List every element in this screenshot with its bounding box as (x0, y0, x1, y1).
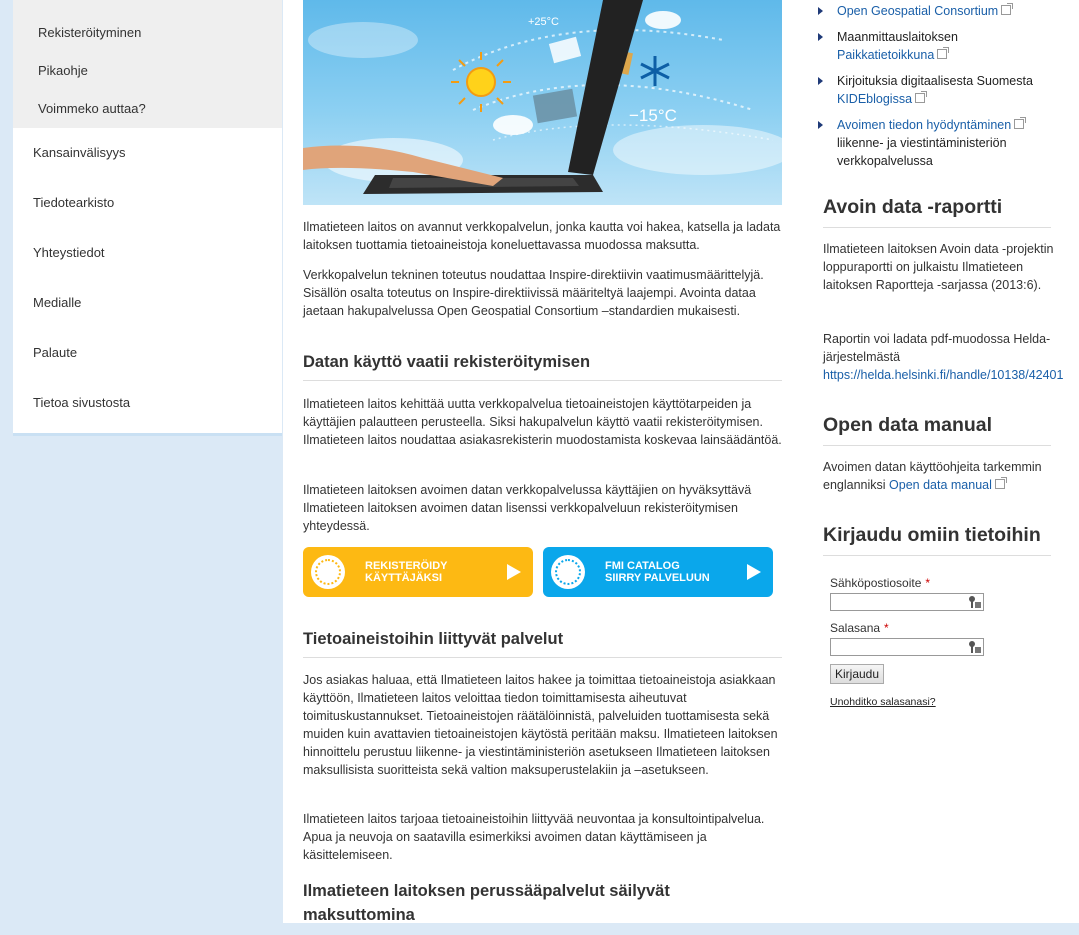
nav-item-contact[interactable]: Yhteystiedot (13, 228, 282, 278)
arrow-right-icon (507, 564, 521, 580)
email-label-text: Sähköpostiosoite (830, 576, 922, 590)
subnav-group: Rekisteröityminen Pikaohje Voimmeko autt… (13, 0, 282, 128)
nav-item-international[interactable]: Kansainvälisyys (13, 128, 282, 178)
related-link-open-data-use: Avoimen tiedon hyödyntäminen liikenne- j… (818, 116, 1073, 170)
link-ogc[interactable]: Open Geospatial Consortium (837, 4, 998, 18)
services-paragraph-1: Jos asiakas haluaa, että Ilmatieteen lai… (303, 673, 778, 777)
hero-temp-warm: +25°C (528, 16, 559, 28)
heading-manual: Open data manual (823, 414, 1051, 446)
catalog-button-line2: SIIRRY PALVELUUN (605, 572, 710, 584)
arrow-right-icon (747, 564, 761, 580)
hero-temp-cold: −15°C (629, 106, 677, 125)
external-link-icon (1001, 3, 1014, 15)
catalog-button-label: FMI CATALOG SIIRRY PALVELUUN (605, 560, 747, 584)
open-data-badge-icon (551, 555, 585, 589)
external-link-icon (1014, 117, 1027, 129)
link-report-url[interactable]: https://helda.helsinki.fi/handle/10138/4… (823, 368, 1063, 382)
link-paikkatietoikkuna[interactable]: Paikkatietoikkuna (837, 48, 934, 62)
heading-registration: Datan käyttö vaatii rekisteröitymisen (303, 353, 782, 381)
subnav-item-registration[interactable]: Rekisteröityminen (13, 14, 282, 52)
subnav-item-help[interactable]: Voimmeko auttaa? (13, 90, 282, 128)
nav-item-feedback[interactable]: Palaute (13, 328, 282, 378)
hero-illustration: +25°C −15°C (303, 0, 782, 194)
subnav-item-cut (13, 0, 282, 14)
password-field[interactable] (830, 638, 984, 656)
related-link-prefix: Maanmittauslaitoksen (837, 30, 958, 44)
password-manager-icon (969, 641, 981, 653)
left-navigation: Rekisteröityminen Pikaohje Voimmeko autt… (13, 0, 282, 436)
related-link-prefix: Kirjoituksia digitaalisesta Suomesta (837, 74, 1033, 88)
password-label: Salasana * (830, 621, 889, 635)
intro-paragraph-1: Ilmatieteen laitos on avannut verkkopalv… (303, 220, 781, 252)
register-button-label: REKISTERÖIDY KÄYTTÄJÄKSI (365, 560, 507, 584)
related-link-paikkatietoikkuna: Maanmittauslaitoksen Paikkatietoikkuna (818, 28, 1073, 64)
link-kideblogi[interactable]: KIDEblogissa (837, 92, 912, 106)
password-label-text: Salasana (830, 621, 881, 635)
external-link-icon (915, 91, 928, 103)
heading-login: Kirjaudu omiin tietoihin (823, 524, 1051, 556)
nav-item-media[interactable]: Medialle (13, 278, 282, 328)
sun-icon (451, 52, 511, 112)
registration-paragraph-1: Ilmatieteen laitos kehittää uutta verkko… (303, 397, 782, 447)
login-button[interactable]: Kirjaudu (830, 664, 885, 684)
snowflake-icon (640, 56, 670, 86)
related-links-list: Open Geospatial Consortium Maanmittausla… (818, 2, 1073, 178)
open-data-badge-icon (311, 555, 345, 589)
email-field[interactable] (830, 593, 984, 611)
heading-report: Avoin data -raportti (823, 196, 1051, 228)
report-paragraph-2-text: Raportin voi ladata pdf-muodossa Helda-j… (823, 332, 1051, 364)
forgot-password-link[interactable]: Unohditko salasanasi? (830, 696, 936, 708)
catalog-button-line1: FMI CATALOG (605, 560, 680, 572)
password-manager-icon (969, 596, 981, 608)
manual-paragraph: Avoimen datan käyttöohjeita tarkemmin en… (823, 458, 1063, 494)
fmi-catalog-button[interactable]: FMI CATALOG SIIRRY PALVELUUN (543, 547, 773, 597)
external-link-icon (994, 477, 1007, 489)
nav-bottom-border (13, 428, 282, 436)
register-button-line1: REKISTERÖIDY (365, 560, 448, 572)
nav-item-about-site[interactable]: Tietoa sivustosta (13, 378, 282, 428)
intro-paragraph-2: Verkkopalvelun tekninen toteutus noudatt… (303, 268, 764, 318)
report-paragraph-2: Raportin voi ladata pdf-muodossa Helda-j… (823, 330, 1075, 384)
related-link-ogc: Open Geospatial Consortium (818, 2, 1073, 20)
subnav-item-quick-guide[interactable]: Pikaohje (13, 52, 282, 90)
link-open-data-use[interactable]: Avoimen tiedon hyödyntäminen (837, 118, 1011, 132)
main-content: +25°C −15°C Ilmatieteen laitos on avannu… (283, 0, 803, 924)
right-sidebar: Open Geospatial Consortium Maanmittausla… (803, 0, 1079, 923)
heading-basic-services: Ilmatieteen laitoksen perussääpalvelut s… (303, 882, 670, 924)
hero-image: +25°C −15°C (303, 0, 782, 205)
required-mark: * (925, 576, 931, 590)
email-label: Sähköpostiosoite * (830, 576, 930, 590)
related-link-suffix: liikenne- ja viestintäministeriön verkko… (837, 136, 1007, 168)
heading-services: Tietoaineistoihin liittyvät palvelut (303, 630, 782, 658)
report-paragraph-1: Ilmatieteen laitoksen Avoin data -projek… (823, 242, 1054, 292)
related-link-kide: Kirjoituksia digitaalisesta Suomesta KID… (818, 72, 1073, 108)
register-button-line2: KÄYTTÄJÄKSI (365, 572, 443, 584)
link-open-data-manual[interactable]: Open data manual (889, 478, 992, 492)
nav-item-press-archive[interactable]: Tiedotearkisto (13, 178, 282, 228)
register-button[interactable]: REKISTERÖIDY KÄYTTÄJÄKSI (303, 547, 533, 597)
registration-paragraph-2: Ilmatieteen laitoksen avoimen datan verk… (303, 483, 752, 533)
required-mark: * (884, 621, 889, 635)
external-link-icon (937, 47, 950, 59)
services-paragraph-2: Ilmatieteen laitos tarjoaa tietoaineisto… (303, 812, 765, 862)
